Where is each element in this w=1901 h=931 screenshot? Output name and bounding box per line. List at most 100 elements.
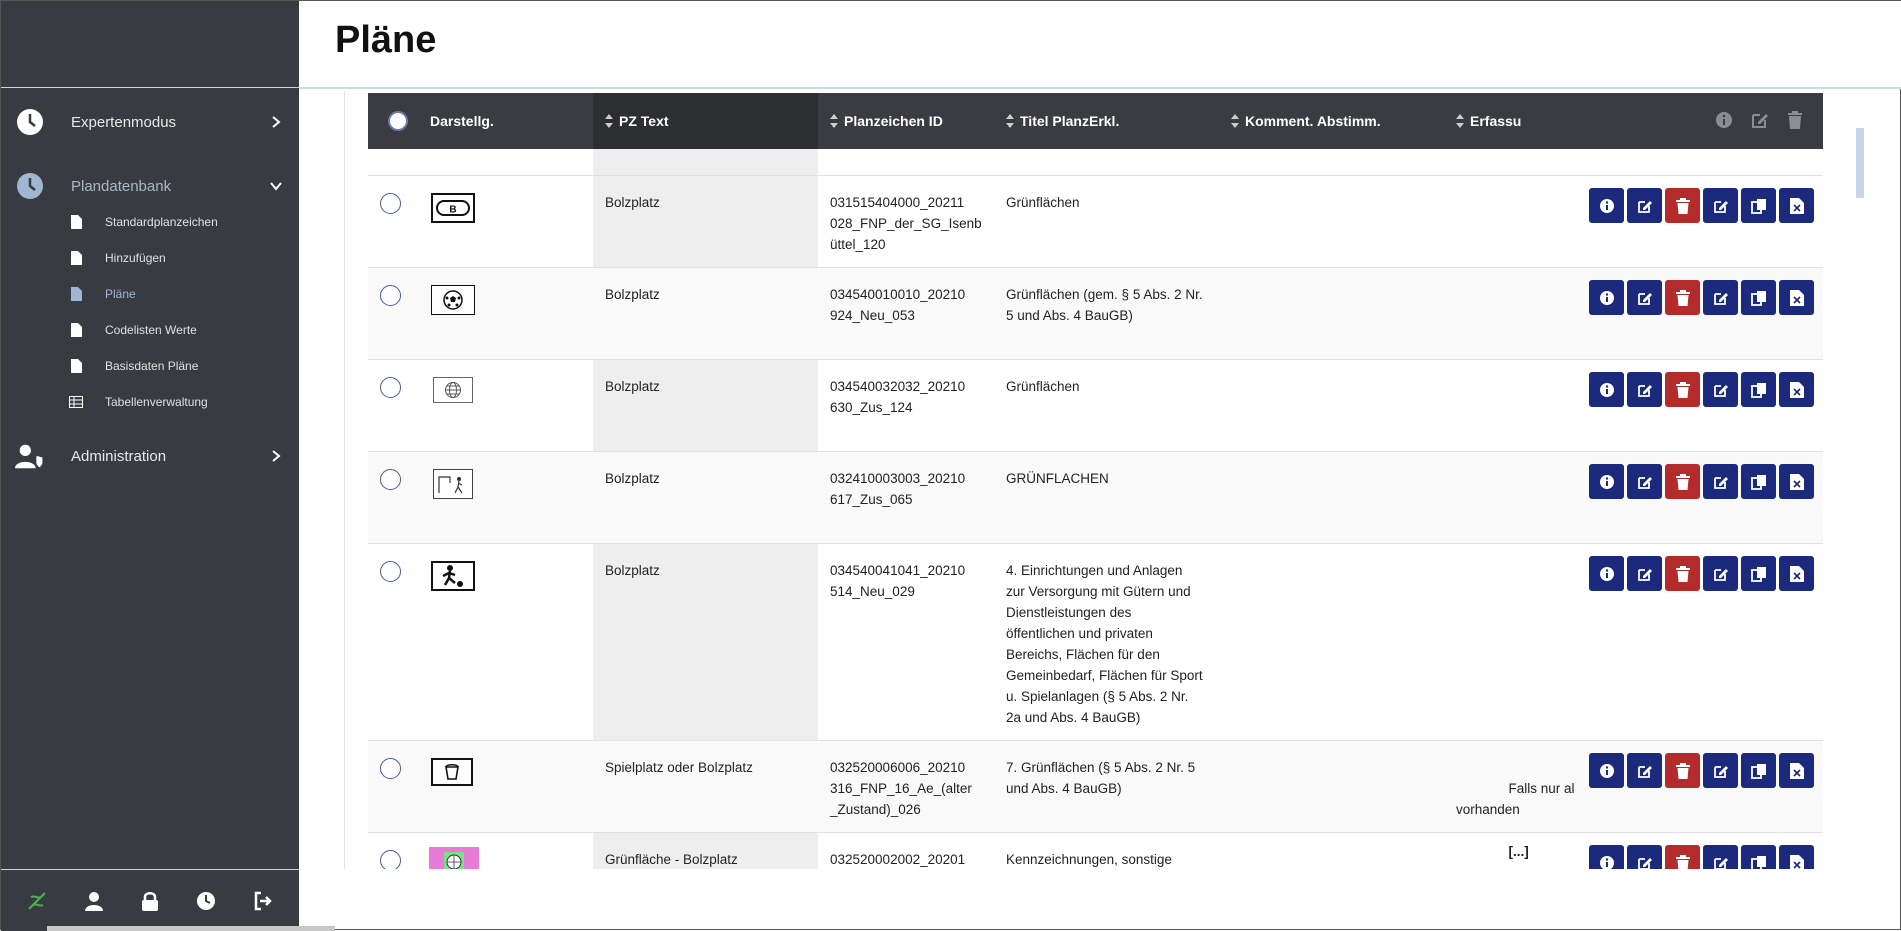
vertical-scrollbar[interactable] (1856, 128, 1864, 198)
table-row[interactable]: Spielplatz oder Bolzplatz 032520006006_2… (368, 741, 1823, 859)
plant-logo-icon[interactable] (23, 887, 51, 915)
copy-button[interactable] (1741, 280, 1776, 315)
copy-button[interactable] (1741, 845, 1776, 869)
col-pz-text[interactable]: PZ Text (593, 93, 818, 149)
sidebar-item-tabellenverwaltung[interactable]: Tabellenverwaltung (69, 389, 208, 415)
user-icon[interactable] (80, 887, 108, 915)
sidebar-item-codelisten-werte[interactable]: Codelisten Werte (69, 317, 197, 343)
table-row[interactable]: Bolzplatz 034540010010_20210 924_Neu_053… (368, 268, 1823, 360)
col-erfassung[interactable]: Erfassu (1456, 93, 1521, 149)
excel-export-button[interactable] (1779, 753, 1814, 788)
nav-expertenmodus[interactable]: Expertenmodus (1, 102, 299, 142)
edit-alt-button[interactable] (1703, 188, 1738, 223)
col-planzeichen-id[interactable]: Planzeichen ID (830, 93, 943, 149)
edit-button[interactable] (1627, 280, 1662, 315)
edit-icon[interactable] (1751, 111, 1769, 129)
edit-alt-button[interactable] (1703, 372, 1738, 407)
edit-button[interactable] (1627, 845, 1662, 869)
sort-icon (1456, 114, 1464, 128)
info-button[interactable] (1589, 188, 1624, 223)
edit-alt-button[interactable] (1703, 556, 1738, 591)
edit-button[interactable] (1627, 464, 1662, 499)
cell-planzeichen-id: 031515404000_20211 028_FNP_der_SG_Isenb … (830, 195, 982, 252)
horizontal-scrollbar[interactable] (47, 926, 335, 931)
sidebar-item-plaene[interactable]: Pläne (69, 281, 136, 307)
table-row[interactable]: Bolzplatz 032410003003_20210 617_Zus_065… (368, 452, 1823, 544)
info-button[interactable] (1589, 280, 1624, 315)
sidebar-item-hinzufuegen[interactable]: Hinzufügen (69, 245, 166, 271)
trash-icon[interactable] (1787, 111, 1803, 129)
info-icon (1599, 382, 1614, 397)
table-row[interactable]: B Bolzplatz 031515404000_20211 028_FNP_d… (368, 176, 1823, 268)
sidebar-item-label: Hinzufügen (105, 251, 166, 265)
delete-button[interactable] (1665, 280, 1700, 315)
excel-export-button[interactable] (1779, 464, 1814, 499)
info-icon[interactable] (1715, 111, 1733, 129)
delete-button[interactable] (1665, 464, 1700, 499)
info-icon (1599, 198, 1614, 213)
edit-button[interactable] (1627, 556, 1662, 591)
excel-export-button[interactable] (1779, 280, 1814, 315)
row-select-radio[interactable] (380, 285, 401, 306)
lock-icon[interactable] (136, 887, 164, 915)
info-button[interactable] (1589, 556, 1624, 591)
bucket-icon (445, 764, 459, 780)
file-excel-icon (1789, 197, 1804, 214)
row-select-radio[interactable] (380, 377, 401, 398)
copy-button[interactable] (1741, 372, 1776, 407)
excel-export-button[interactable] (1779, 845, 1814, 869)
info-icon (1599, 290, 1614, 305)
clock-icon[interactable] (192, 887, 220, 915)
table-row[interactable]: Bolzplatz 034540032032_20210 630_Zus_124… (368, 360, 1823, 452)
edit-alt-button[interactable] (1703, 845, 1738, 869)
info-button[interactable] (1589, 464, 1624, 499)
delete-button[interactable] (1665, 845, 1700, 869)
table-header: Darstellg. PZ Text Planzeichen ID Titel … (368, 93, 1823, 149)
thumbnail-letter-b: B (431, 193, 475, 223)
logout-icon[interactable] (249, 887, 277, 915)
edit-button[interactable] (1627, 753, 1662, 788)
delete-button[interactable] (1665, 188, 1700, 223)
nav-administration[interactable]: Administration (1, 436, 299, 476)
sidebar-item-standardplanzeichen[interactable]: Standardplanzeichen (69, 209, 218, 235)
delete-button[interactable] (1665, 372, 1700, 407)
edit-alt-button[interactable] (1703, 753, 1738, 788)
col-komment[interactable]: Komment. Abstimm. (1231, 93, 1381, 149)
row-actions (1589, 753, 1814, 788)
excel-export-button[interactable] (1779, 188, 1814, 223)
copy-button[interactable] (1741, 556, 1776, 591)
colored-ball-icon (444, 852, 464, 869)
delete-button[interactable] (1665, 753, 1700, 788)
col-darstellg[interactable]: Darstellg. (430, 93, 494, 149)
file-icon (69, 322, 83, 338)
row-select-radio[interactable] (380, 850, 401, 869)
table-row[interactable]: Bolzplatz 034540041041_20210 514_Neu_029… (368, 544, 1823, 741)
edit-button[interactable] (1627, 372, 1662, 407)
nav-plandatenbank[interactable]: Plandatenbank (1, 166, 299, 206)
sidebar-item-basisdaten-plaene[interactable]: Basisdaten Pläne (69, 353, 198, 379)
row-select-radio[interactable] (380, 469, 401, 490)
table-row[interactable]: Grünfläche - Bolzplatz 032520002002_2020… (368, 833, 1823, 869)
copy-button[interactable] (1741, 464, 1776, 499)
row-select-radio[interactable] (380, 758, 401, 779)
info-button[interactable] (1589, 372, 1624, 407)
edit-button[interactable] (1627, 188, 1662, 223)
copy-button[interactable] (1741, 188, 1776, 223)
row-select-radio[interactable] (380, 561, 401, 582)
col-pz-text-label: PZ Text (619, 113, 669, 129)
excel-export-button[interactable] (1779, 372, 1814, 407)
thumbnail-globe-ball (433, 377, 473, 403)
thumbnail-colored-ball (429, 847, 479, 869)
edit-alt-button[interactable] (1703, 464, 1738, 499)
excel-export-button[interactable] (1779, 556, 1814, 591)
col-titel[interactable]: Titel PlanzErkl. (1006, 93, 1119, 149)
delete-button[interactable] (1665, 556, 1700, 591)
info-button[interactable] (1589, 845, 1624, 869)
row-select-radio[interactable] (380, 193, 401, 214)
trash-icon (1675, 762, 1690, 779)
select-all-radio[interactable] (378, 93, 418, 149)
copy-button[interactable] (1741, 753, 1776, 788)
page-title: Pläne (335, 19, 437, 61)
edit-alt-button[interactable] (1703, 280, 1738, 315)
info-button[interactable] (1589, 753, 1624, 788)
